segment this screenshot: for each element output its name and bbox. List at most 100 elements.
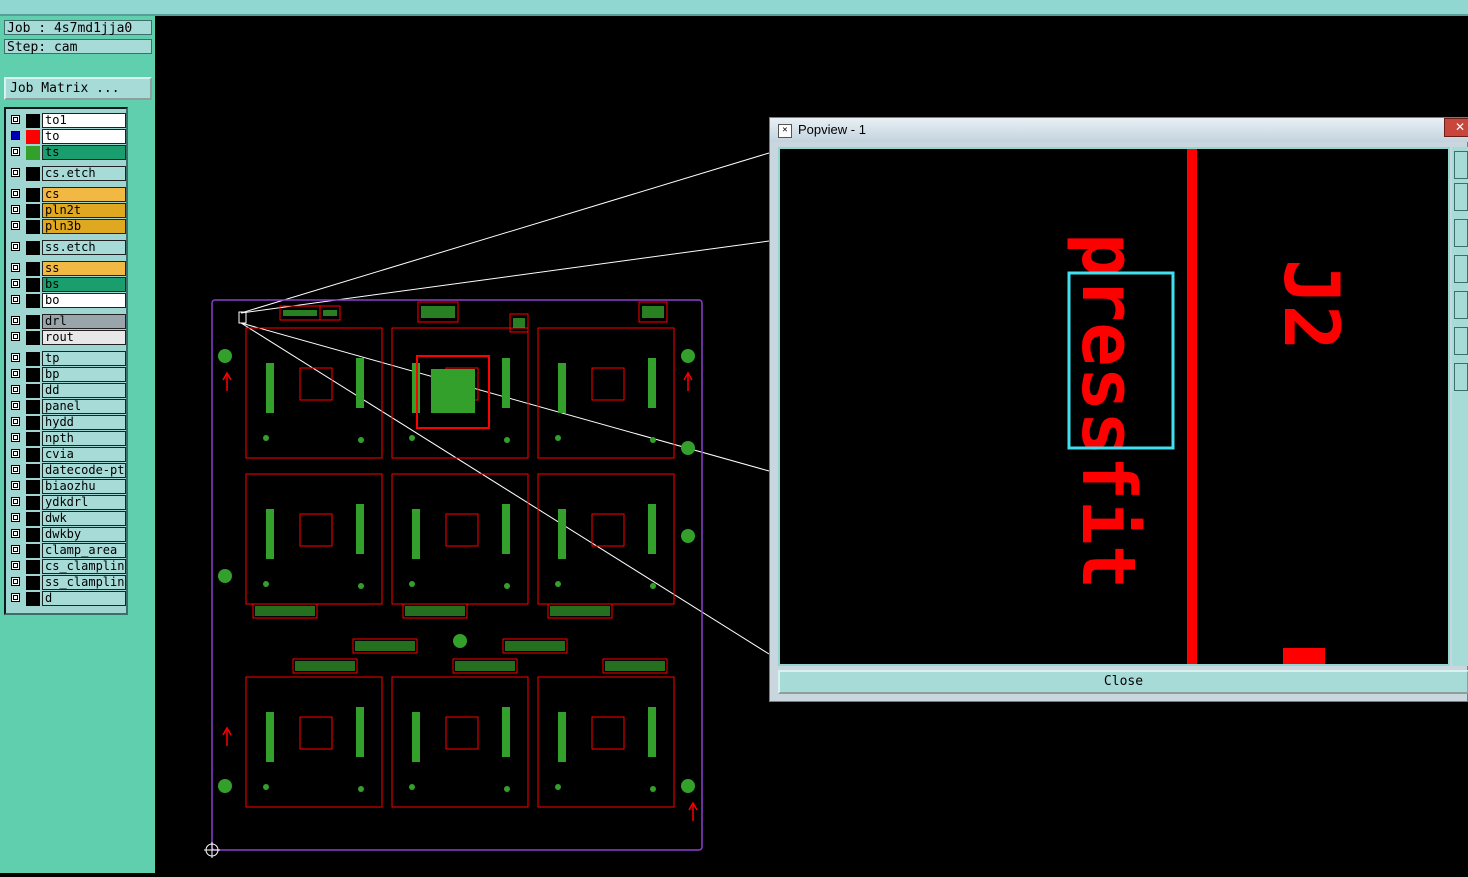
layer-name[interactable]: dwk (42, 511, 126, 526)
layer-checkbox[interactable] (11, 385, 20, 394)
layer-name[interactable]: rout (42, 330, 126, 345)
layer-row-bs[interactable]: bs (8, 277, 126, 292)
pan-left-icon[interactable] (1454, 255, 1468, 283)
layer-checkbox[interactable] (11, 465, 20, 474)
layer-name[interactable]: bs (42, 277, 126, 292)
layer-name[interactable]: ss (42, 261, 126, 276)
layer-color-swatch[interactable] (26, 560, 40, 574)
layer-checkbox[interactable] (11, 513, 20, 522)
layer-checkbox[interactable] (11, 316, 20, 325)
layer-checkbox[interactable] (11, 561, 20, 570)
layer-name[interactable]: ss_clampline (42, 575, 126, 590)
layer-checkbox[interactable] (11, 433, 20, 442)
layer-color-swatch[interactable] (26, 432, 40, 446)
layer-row-clamp_area[interactable]: clamp_area (8, 543, 126, 558)
layer-checkbox[interactable] (11, 401, 20, 410)
layer-row-d[interactable]: d (8, 591, 126, 606)
layer-checkbox[interactable] (11, 353, 20, 362)
layer-name[interactable]: to (42, 129, 126, 144)
layer-row-dwkby[interactable]: dwkby (8, 527, 126, 542)
layer-checkbox[interactable] (11, 147, 20, 156)
layer-name[interactable]: clamp_area (42, 543, 126, 558)
popview-canvas[interactable]: pressfit J2 (778, 147, 1450, 666)
layer-checkbox[interactable] (11, 295, 20, 304)
layer-row-panel[interactable]: panel (8, 399, 126, 414)
layer-name[interactable]: bo (42, 293, 126, 308)
layer-name[interactable]: ydkdrl (42, 495, 126, 510)
zoom-fit-icon[interactable] (1454, 219, 1468, 247)
layer-row-npth[interactable]: npth (8, 431, 126, 446)
layer-color-swatch[interactable] (26, 496, 40, 510)
layer-color-swatch[interactable] (26, 464, 40, 478)
layer-color-swatch[interactable] (26, 544, 40, 558)
layer-name[interactable]: cs.etch (42, 166, 126, 181)
layer-row-cs_clampline[interactable]: cs_clampline (8, 559, 126, 574)
layer-color-swatch[interactable] (26, 528, 40, 542)
popview-titlebar[interactable]: ✕ Popview - 1 ✕ (770, 118, 1468, 142)
layer-checkbox[interactable] (11, 529, 20, 538)
layer-row-cs.etch[interactable]: cs.etch (8, 166, 126, 181)
layer-checkbox[interactable] (11, 497, 20, 506)
layer-row-to1[interactable]: to1 (8, 113, 126, 128)
layer-row-datecode-pto[interactable]: datecode-pto (8, 463, 126, 478)
layer-color-swatch[interactable] (26, 204, 40, 218)
layer-checkbox[interactable] (11, 545, 20, 554)
layer-checkbox[interactable] (11, 417, 20, 426)
layer-color-swatch[interactable] (26, 167, 40, 181)
layer-name[interactable]: d (42, 591, 126, 606)
layer-checkbox[interactable] (11, 221, 20, 230)
layer-color-swatch[interactable] (26, 262, 40, 276)
layer-row-ts[interactable]: ts (8, 145, 126, 160)
layer-checkbox[interactable] (11, 131, 20, 140)
layer-row-cvia[interactable]: cvia (8, 447, 126, 462)
layer-row-ss.etch[interactable]: ss.etch (8, 240, 126, 255)
job-matrix-button[interactable]: Job Matrix ... (4, 77, 152, 100)
layer-row-bo[interactable]: bo (8, 293, 126, 308)
layer-checkbox[interactable] (11, 242, 20, 251)
layer-color-swatch[interactable] (26, 241, 40, 255)
layer-row-tp[interactable]: tp (8, 351, 126, 366)
layer-checkbox[interactable] (11, 279, 20, 288)
layer-color-swatch[interactable] (26, 114, 40, 128)
layer-checkbox[interactable] (11, 115, 20, 124)
close-button[interactable]: Close (778, 670, 1468, 694)
pan-up-icon[interactable] (1454, 327, 1468, 355)
layer-row-ydkdrl[interactable]: ydkdrl (8, 495, 126, 510)
layer-color-swatch[interactable] (26, 512, 40, 526)
layer-color-swatch[interactable] (26, 576, 40, 590)
layer-name[interactable]: cs_clampline (42, 559, 126, 574)
layer-row-pln3b[interactable]: pln3b (8, 219, 126, 234)
layer-name[interactable]: tp (42, 351, 126, 366)
layer-name[interactable]: ts (42, 145, 126, 160)
layer-checkbox[interactable] (11, 189, 20, 198)
layer-name[interactable]: pln3b (42, 219, 126, 234)
layer-color-swatch[interactable] (26, 188, 40, 202)
layer-color-swatch[interactable] (26, 384, 40, 398)
layer-name[interactable]: cvia (42, 447, 126, 462)
layer-row-biaozhu[interactable]: biaozhu (8, 479, 126, 494)
layer-name[interactable]: panel (42, 399, 126, 414)
layer-color-swatch[interactable] (26, 352, 40, 366)
layer-name[interactable]: bp (42, 367, 126, 382)
layer-row-bp[interactable]: bp (8, 367, 126, 382)
layer-name[interactable]: dwkby (42, 527, 126, 542)
zoom-out-icon[interactable] (1454, 183, 1468, 211)
layer-name[interactable]: drl (42, 314, 126, 329)
layer-checkbox[interactable] (11, 449, 20, 458)
layer-checkbox[interactable] (11, 332, 20, 341)
layer-color-swatch[interactable] (26, 448, 40, 462)
layer-row-rout[interactable]: rout (8, 330, 126, 345)
layer-checkbox[interactable] (11, 577, 20, 586)
layer-color-swatch[interactable] (26, 294, 40, 308)
layer-color-swatch[interactable] (26, 220, 40, 234)
layer-row-ss[interactable]: ss (8, 261, 126, 276)
layer-color-swatch[interactable] (26, 592, 40, 606)
layer-color-swatch[interactable] (26, 331, 40, 345)
layer-name[interactable]: to1 (42, 113, 126, 128)
pan-right-icon[interactable] (1454, 291, 1468, 319)
layer-name[interactable]: npth (42, 431, 126, 446)
layer-checkbox[interactable] (11, 369, 20, 378)
layer-row-ss_clampline[interactable]: ss_clampline (8, 575, 126, 590)
layer-color-swatch[interactable] (26, 278, 40, 292)
layer-checkbox[interactable] (11, 205, 20, 214)
